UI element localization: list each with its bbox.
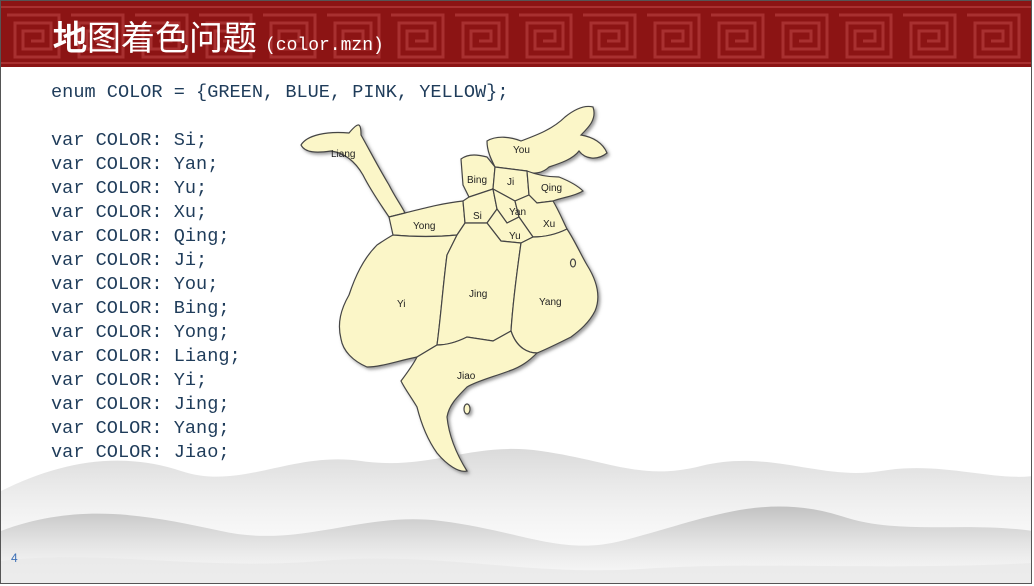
label-jiao: Jiao (457, 371, 476, 382)
label-jing: Jing (469, 289, 487, 300)
region-yang (510, 228, 599, 354)
page-number: 4 (11, 551, 18, 565)
title-bold-char: 地 (53, 19, 87, 59)
title-text: 图着色问题 (87, 19, 257, 59)
slide: 地图着色问题 (color.mzn) enum COLOR = {GREEN, B… (0, 0, 1032, 584)
region-map: Liang You Bing Ji Qing Yong Si Yan Xu Yu… (300, 105, 608, 472)
island-shape (569, 258, 577, 268)
label-yang: Yang (539, 297, 562, 308)
enum-declaration: enum COLOR = {GREEN, BLUE, PINK, YELLOW}… (51, 82, 509, 103)
label-liang: Liang (331, 149, 355, 160)
title-banner: 地图着色问题 (color.mzn) (1, 1, 1031, 67)
island-shape (463, 403, 471, 415)
label-si: Si (473, 211, 482, 222)
label-yu: Yu (509, 231, 521, 242)
region-you (486, 105, 608, 174)
label-yan: Yan (509, 207, 526, 218)
label-xu: Xu (543, 219, 555, 230)
label-ji: Ji (507, 177, 514, 188)
label-you: You (513, 145, 530, 156)
region-liang (300, 124, 406, 218)
label-bing: Bing (467, 175, 487, 186)
label-yi: Yi (397, 299, 406, 310)
label-qing: Qing (541, 183, 562, 194)
label-yong: Yong (413, 221, 435, 232)
title-filename: (color.mzn) (265, 36, 384, 56)
slide-title: 地图着色问题 (color.mzn) (53, 11, 384, 60)
